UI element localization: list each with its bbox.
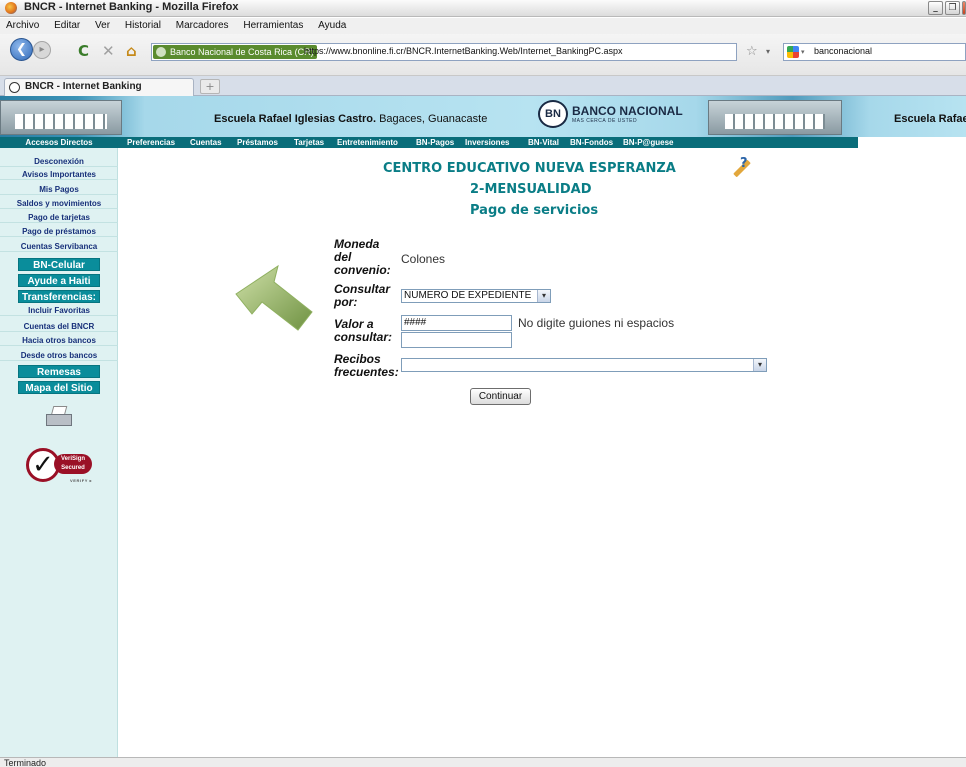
- nav-prestamos[interactable]: Préstamos: [237, 137, 278, 148]
- nav-tarjetas[interactable]: Tarjetas: [294, 137, 324, 148]
- help-pencil-icon[interactable]: ?: [730, 156, 754, 180]
- menu-ayuda[interactable]: Ayuda: [318, 20, 346, 31]
- back-button[interactable]: ❮: [10, 38, 33, 61]
- new-tab-button[interactable]: +: [200, 79, 220, 94]
- sidebar-button-mapa-sitio[interactable]: Mapa del Sitio: [18, 381, 100, 394]
- bn-favicon: [9, 82, 20, 93]
- menu-historial[interactable]: Historial: [125, 20, 161, 31]
- close-button[interactable]: [962, 1, 966, 15]
- search-engine-dropdown-icon[interactable]: ▾: [801, 48, 805, 56]
- banco-nacional-logo: BN BANCO NACIONAL MAS CERCA DE USTED: [538, 100, 683, 128]
- green-arrow-icon: [235, 264, 313, 331]
- sidebar-button-transferencias[interactable]: Transferencias:: [18, 290, 100, 303]
- page-title: CENTRO EDUCATIVO NUEVA ESPERANZA: [383, 161, 676, 176]
- school-photo-2: [708, 100, 842, 135]
- maximize-button[interactable]: ❐: [945, 1, 960, 15]
- chevron-down-icon: ▾: [753, 359, 766, 371]
- menu-marcadores[interactable]: Marcadores: [176, 20, 229, 31]
- nav-entretenimiento[interactable]: Entretenimiento: [337, 137, 398, 148]
- menu-herramientas[interactable]: Herramientas: [243, 20, 303, 31]
- firefox-icon: [5, 2, 17, 14]
- valor-consultar-input[interactable]: ####: [401, 315, 512, 331]
- url-bar[interactable]: Banco Nacional de Costa Rica (CR) https:…: [151, 43, 737, 61]
- recibos-label: Recibos frecuentes:: [334, 352, 399, 379]
- school-caption: Escuela Rafael Iglesias Castro. Bagaces,…: [214, 113, 488, 125]
- stop-icon[interactable]: ✕: [102, 42, 115, 60]
- sidebar-item-hacia-otros[interactable]: Hacia otros bancos: [0, 335, 118, 346]
- navigation-toolbar: ❮ ▸ C ✕ ⌂ Banco Nacional de Costa Rica (…: [0, 34, 966, 76]
- moneda-label: Moneda del convenio:: [334, 237, 391, 277]
- tab-strip: BNCR - Internet Banking +: [0, 76, 966, 96]
- sidebar-item-incluir-favoritas[interactable]: Incluir Favoritas: [0, 305, 118, 316]
- site-identity-button[interactable]: Banco Nacional de Costa Rica (CR): [153, 45, 317, 59]
- tab-bncr[interactable]: BNCR - Internet Banking: [4, 78, 194, 96]
- valor-consultar-input-2[interactable]: [401, 332, 512, 348]
- sidebar-item-mis-pagos[interactable]: Mis Pagos: [0, 184, 118, 195]
- school-caption-2: Escuela Rafae: [894, 113, 966, 125]
- sidebar-item-saldos[interactable]: Saldos y movimientos: [0, 198, 118, 209]
- menu-ver[interactable]: Ver: [95, 20, 110, 31]
- page-subtitle: 2-MENSUALIDAD: [470, 182, 592, 197]
- nav-preferencias[interactable]: Preferencias: [127, 137, 175, 148]
- moneda-value: Colones: [401, 252, 446, 266]
- consultar-por-select[interactable]: NUMERO DE EXPEDIENTE ▾: [401, 289, 551, 303]
- verisign-secured-seal[interactable]: ✓ VeriSign Secured VERIFY ▸: [26, 444, 94, 486]
- nav-bn-fondos[interactable]: BN-Fondos: [570, 137, 613, 148]
- valor-label: Valor a consultar:: [334, 317, 393, 344]
- menu-archivo[interactable]: Archivo: [6, 20, 39, 31]
- bn-logo-mark: BN: [538, 100, 568, 128]
- sidebar-item-pago-prestamos[interactable]: Pago de préstamos: [0, 226, 118, 237]
- chevron-down-icon: ▾: [537, 290, 550, 302]
- home-icon[interactable]: ⌂: [126, 42, 137, 60]
- sidebar-button-bn-celular[interactable]: BN-Celular: [18, 258, 100, 271]
- nav-bn-vital[interactable]: BN-Vital: [528, 137, 559, 148]
- reload-icon[interactable]: C: [78, 42, 89, 60]
- sidebar-item-desconexion[interactable]: Desconexión: [0, 156, 118, 167]
- bookmark-star-icon[interactable]: ☆: [746, 44, 758, 59]
- main-nav-bar: Accesos Directos Preferencias Cuentas Pr…: [0, 137, 858, 148]
- sidebar-item-desde-otros[interactable]: Desde otros bancos: [0, 350, 118, 361]
- sidebar-item-avisos[interactable]: Avisos Importantes: [0, 169, 118, 180]
- valor-hint: No digite guiones ni espacios: [518, 316, 675, 330]
- nav-bn-paguese[interactable]: BN-P@guese: [623, 137, 673, 148]
- consultar-label: Consultar por:: [334, 282, 391, 309]
- url-history-dropdown-icon[interactable]: ▾: [766, 47, 770, 56]
- nav-cuentas[interactable]: Cuentas: [190, 137, 222, 148]
- nav-accesos-directos[interactable]: Accesos Directos: [0, 137, 118, 148]
- search-input[interactable]: banconacional: [814, 46, 872, 56]
- bn-logo-tagline: MAS CERCA DE USTED: [572, 117, 638, 124]
- printer-icon[interactable]: [46, 406, 72, 428]
- verisign-verify-label: VERIFY ▸: [70, 478, 93, 483]
- bank-header-banner: Escuela Rafael Iglesias Castro. Bagaces,…: [0, 96, 966, 137]
- continuar-button[interactable]: Continuar: [470, 388, 531, 405]
- minimize-button[interactable]: _: [928, 1, 943, 15]
- sidebar: Desconexión Avisos Importantes Mis Pagos…: [0, 148, 118, 757]
- sidebar-item-servibanca[interactable]: Cuentas Servibanca: [0, 241, 118, 252]
- bn-logo-name: BANCO NACIONAL: [572, 103, 683, 118]
- sidebar-button-remesas[interactable]: Remesas: [18, 365, 100, 378]
- nav-inversiones[interactable]: Inversiones: [465, 137, 509, 148]
- search-bar[interactable]: ▾ banconacional: [783, 43, 966, 61]
- section-title: Pago de servicios: [470, 203, 599, 218]
- url-text: https://www.bnonline.fi.cr/BNCR.Internet…: [304, 46, 623, 56]
- window-title: BNCR - Internet Banking - Mozilla Firefo…: [24, 1, 239, 13]
- menu-editar[interactable]: Editar: [54, 20, 80, 31]
- bank-seal-icon: [156, 47, 166, 57]
- status-bar: Terminado: [0, 757, 966, 767]
- google-icon[interactable]: [787, 46, 799, 58]
- sidebar-item-pago-tarjetas[interactable]: Pago de tarjetas: [0, 212, 118, 223]
- school-photo: [0, 100, 122, 135]
- sidebar-item-cuentas-bncr[interactable]: Cuentas del BNCR: [0, 321, 118, 332]
- window-titlebar: BNCR - Internet Banking - Mozilla Firefo…: [0, 0, 966, 17]
- sidebar-button-ayude-haiti[interactable]: Ayude a Haiti: [18, 274, 100, 287]
- menu-bar: Archivo Editar Ver Historial Marcadores …: [0, 18, 966, 34]
- recibos-frecuentes-select[interactable]: ▾: [401, 358, 767, 372]
- nav-bn-pagos[interactable]: BN-Pagos: [416, 137, 454, 148]
- forward-button[interactable]: ▸: [33, 41, 51, 59]
